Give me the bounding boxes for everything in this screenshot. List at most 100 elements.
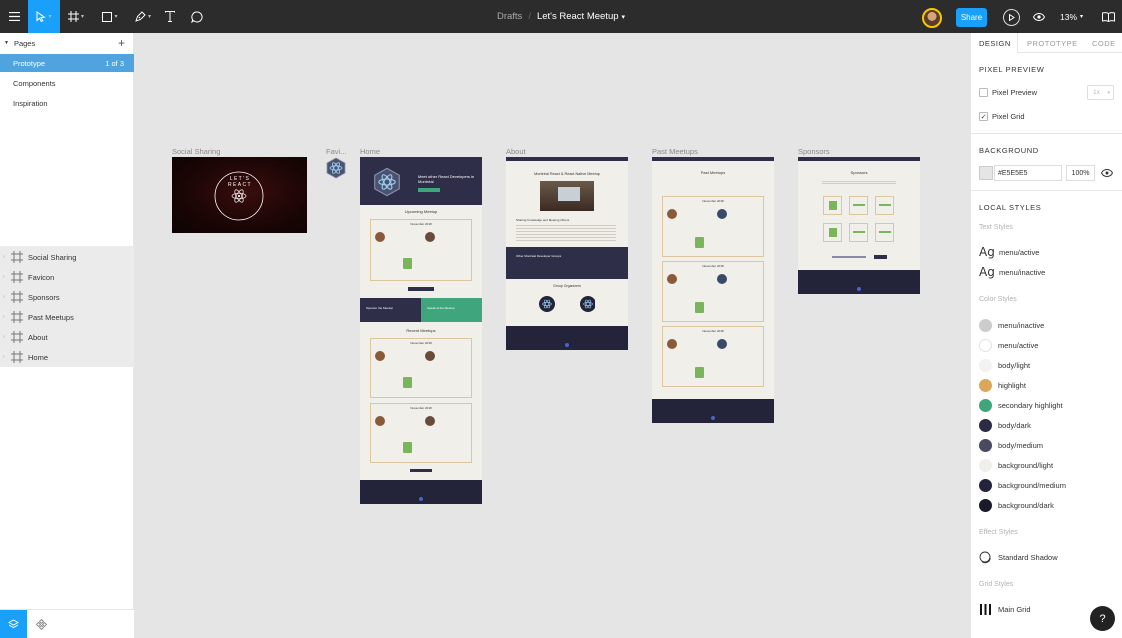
comment-tool-button[interactable]	[184, 0, 210, 33]
layer-home[interactable]: › Home	[0, 347, 134, 367]
page-item-prototype[interactable]: Prototype 1 of 3	[0, 54, 134, 72]
about-footer	[506, 326, 628, 350]
color-style-row[interactable]: secondary highlight	[979, 396, 1119, 414]
page-item-inspiration[interactable]: Inspiration	[0, 94, 134, 112]
past-card: November 2018	[662, 326, 764, 387]
frame-label-past-meetups[interactable]: Past Meetups	[652, 147, 698, 156]
expand-triangle-icon[interactable]: ›	[3, 334, 11, 340]
frame-tool-button[interactable]: ▾	[60, 0, 92, 33]
text-style-menu-active[interactable]: Ag menu/active	[979, 243, 1119, 261]
layer-favicon[interactable]: › Favicon	[0, 267, 134, 287]
file-name[interactable]: Let's React Meetup	[537, 11, 619, 22]
expand-triangle-icon[interactable]: ›	[3, 314, 11, 320]
scale-value: 1x	[1093, 89, 1100, 96]
frame-favicon[interactable]	[325, 157, 347, 179]
text-icon	[165, 11, 175, 22]
color-style-row[interactable]: body/light	[979, 356, 1119, 374]
frame-home[interactable]: Meet other React Developers in Montréal …	[360, 157, 482, 504]
frame-past-meetups[interactable]: Past Meetups November 2018 November 2018…	[652, 157, 774, 423]
frame-label-social-sharing[interactable]: Social Sharing	[172, 147, 220, 156]
style-name: menu/active	[999, 247, 1040, 257]
sponsors-cta-text	[832, 256, 866, 258]
pixel-grid-checkbox[interactable]: ✓	[979, 112, 988, 121]
checkmark-icon: ✓	[980, 113, 987, 121]
text-styles-label: Text Styles	[979, 224, 1013, 231]
background-hex-input[interactable]: #E5E5E5	[994, 165, 1062, 181]
home-sponsor-block: Sponsor the Meetup	[360, 298, 421, 322]
background-color-swatch[interactable]	[979, 166, 993, 180]
expand-triangle-icon[interactable]: ›	[3, 354, 11, 360]
color-style-row[interactable]: menu/inactive	[979, 316, 1119, 334]
frame-about[interactable]: Montréal React & React Native Meetup Sha…	[506, 157, 628, 350]
about-section-title: Sharing Knowledge and Meeting Others	[516, 218, 570, 222]
layer-social-sharing[interactable]: › Social Sharing	[0, 247, 134, 267]
color-style-row[interactable]: body/medium	[979, 436, 1119, 454]
layer-past-meetups[interactable]: › Past Meetups	[0, 307, 134, 327]
sponsors-cta-button	[874, 255, 887, 259]
color-style-row[interactable]: background/light	[979, 456, 1119, 474]
frame-label-sponsors[interactable]: Sponsors	[798, 147, 830, 156]
breadcrumb-drafts-link[interactable]: Drafts	[497, 11, 522, 22]
help-button[interactable]: ?	[1090, 606, 1115, 631]
assets-tab-button[interactable]	[28, 610, 55, 638]
past-nav	[652, 157, 774, 161]
footer-logo	[565, 343, 569, 347]
frame-label-home[interactable]: Home	[360, 147, 380, 156]
frame-label-about[interactable]: About	[506, 147, 526, 156]
chevron-down-icon: ▾	[48, 14, 52, 20]
speaker-photo	[375, 351, 385, 361]
layer-about[interactable]: › About	[0, 327, 134, 347]
text-tool-button[interactable]	[158, 0, 182, 33]
tab-prototype[interactable]: PROTOTYPE	[1027, 33, 1078, 53]
page-count: 1 of 3	[105, 58, 124, 68]
move-tool-button[interactable]: ▾	[28, 0, 60, 33]
pages-header[interactable]: ▼ Pages	[0, 33, 134, 53]
layer-sponsors[interactable]: › Sponsors	[0, 287, 134, 307]
local-styles-title: LOCAL STYLES	[979, 203, 1042, 212]
color-style-row[interactable]: background/dark	[979, 496, 1119, 514]
color-style-row[interactable]: background/medium	[979, 476, 1119, 494]
pixel-preview-scale-select[interactable]: 1x ▾	[1087, 85, 1114, 100]
tab-design[interactable]: DESIGN	[971, 33, 1018, 53]
color-style-row[interactable]: body/dark	[979, 416, 1119, 434]
avatar[interactable]	[922, 8, 942, 28]
past-card: November 2018	[662, 261, 764, 322]
frame-icon	[11, 331, 23, 343]
color-style-row[interactable]: highlight	[979, 376, 1119, 394]
add-page-button[interactable]: +	[118, 36, 125, 50]
present-button[interactable]	[1003, 9, 1020, 26]
pixel-preview-checkbox[interactable]	[979, 88, 988, 97]
background-opacity-input[interactable]: 100%	[1066, 165, 1095, 181]
pen-tool-button[interactable]: ▾	[128, 0, 158, 33]
expand-triangle-icon[interactable]: ›	[3, 274, 11, 280]
design-canvas[interactable]: Social Sharing LET'S REACT Favi... Home	[134, 33, 970, 638]
speaker-photo	[667, 274, 677, 284]
library-button[interactable]	[1099, 9, 1117, 25]
view-settings-button[interactable]	[1030, 9, 1048, 25]
effect-style-standard-shadow[interactable]: Standard Shadow	[979, 548, 1119, 566]
frame-icon	[67, 11, 79, 22]
page-item-components[interactable]: Components	[0, 74, 134, 92]
footer-logo	[857, 287, 861, 291]
tab-code[interactable]: CODE	[1092, 33, 1116, 53]
frame-social-sharing[interactable]: LET'S REACT	[172, 157, 307, 233]
eye-icon[interactable]	[1101, 168, 1113, 178]
footer-logo	[419, 497, 423, 501]
chevron-down-icon[interactable]: ▾	[622, 13, 626, 21]
layers-tab-button[interactable]	[0, 610, 27, 638]
shape-tool-button[interactable]: ▾	[94, 0, 126, 33]
style-name: menu/inactive	[999, 267, 1046, 277]
color-swatch	[979, 318, 992, 332]
home-recent-card: November 2018	[370, 403, 472, 463]
frame-label-favicon[interactable]: Favi...	[326, 147, 346, 156]
expand-triangle-icon[interactable]: ›	[3, 254, 11, 260]
style-name: background/medium	[998, 480, 1066, 490]
home-upcoming-title: Upcoming Meetup	[404, 209, 438, 214]
frame-sponsors[interactable]: Sponsors	[798, 157, 920, 294]
text-style-menu-inactive[interactable]: Ag menu/inactive	[979, 263, 1119, 281]
expand-triangle-icon[interactable]: ›	[3, 294, 11, 300]
zoom-dropdown[interactable]: 13% ▾	[1060, 0, 1083, 33]
color-style-row[interactable]: menu/active	[979, 336, 1119, 354]
main-menu-button[interactable]	[0, 0, 28, 33]
share-button[interactable]: Share	[956, 8, 987, 27]
